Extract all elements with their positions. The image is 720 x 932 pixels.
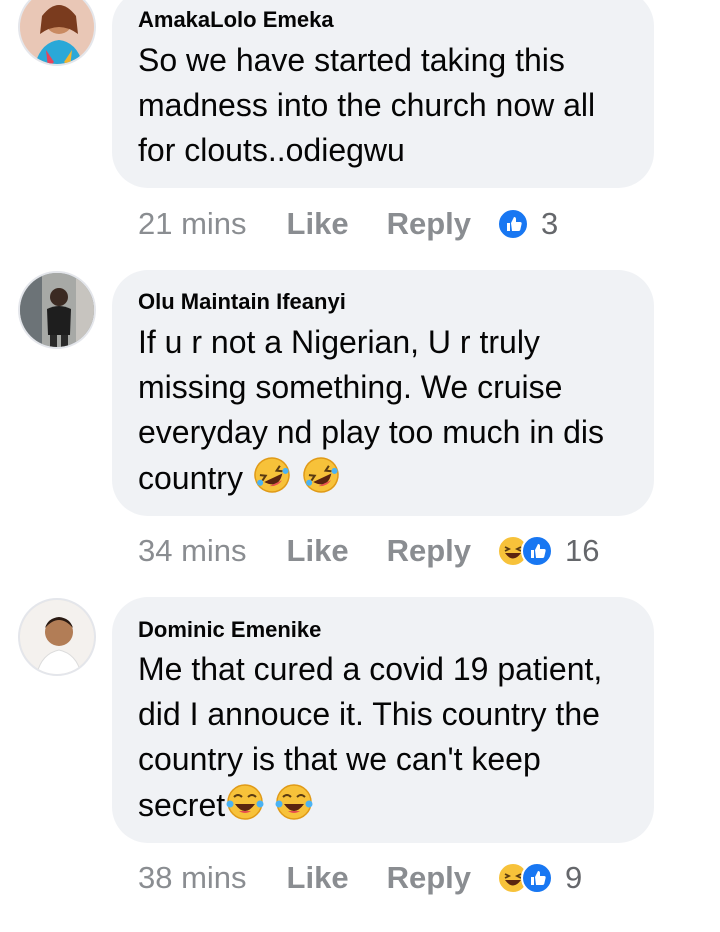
rofl-emoji-icon xyxy=(252,455,292,507)
comment-text: If u r not a Nigerian, U r truly missing… xyxy=(138,320,636,507)
reaction-count: 16 xyxy=(565,533,600,568)
comment-author[interactable]: AmakaLolo Emeka xyxy=(138,7,334,33)
like-button[interactable]: Like xyxy=(287,533,349,569)
reaction-summary[interactable]: 16 xyxy=(497,533,599,569)
avatar-photo xyxy=(20,0,94,64)
reaction-count: 9 xyxy=(565,860,583,895)
comment-text: Me that cured a covid 19 patient, did I … xyxy=(138,647,636,834)
avatar[interactable] xyxy=(18,598,96,676)
comment-author[interactable]: Dominic Emenike xyxy=(138,617,321,643)
reply-button[interactable]: Reply xyxy=(387,860,471,896)
comment-bubble: AmakaLolo Emeka So we have started takin… xyxy=(112,0,654,188)
comment-text-body: If u r not a Nigerian, U r truly missing… xyxy=(138,324,605,496)
like-reaction-icon xyxy=(521,862,553,894)
like-reaction-icon xyxy=(497,208,529,240)
comment-time[interactable]: 34 mins xyxy=(138,533,247,569)
reply-button[interactable]: Reply xyxy=(387,206,471,242)
avatar-photo xyxy=(20,273,94,347)
comment-author[interactable]: Olu Maintain Ifeanyi xyxy=(138,289,346,315)
avatar[interactable] xyxy=(18,271,96,349)
like-button[interactable]: Like xyxy=(287,206,349,242)
like-reaction-icon xyxy=(521,535,553,567)
comment-meta: 21 mins Like Reply 3 xyxy=(138,204,558,244)
reaction-summary[interactable]: 3 xyxy=(497,206,558,242)
comment-meta: 34 mins Like Reply 16 xyxy=(138,531,599,571)
comment-time[interactable]: 21 mins xyxy=(138,206,247,242)
rofl-emoji-icon xyxy=(301,455,341,507)
comment-text: So we have started taking this madness i… xyxy=(138,42,596,168)
comment-text-body: Me that cured a covid 19 patient, did I … xyxy=(138,651,603,823)
reaction-summary[interactable]: 9 xyxy=(497,860,582,896)
comment-meta: 38 mins Like Reply 9 xyxy=(138,858,582,898)
avatar-photo xyxy=(20,600,94,674)
like-button[interactable]: Like xyxy=(287,860,349,896)
avatar[interactable] xyxy=(18,0,96,66)
comment-bubble: Olu Maintain Ifeanyi If u r not a Nigeri… xyxy=(112,270,654,516)
tears-of-joy-emoji-icon xyxy=(274,782,314,834)
comment-bubble: Dominic Emenike Me that cured a covid 19… xyxy=(112,597,654,843)
next-comments-link-cutoff[interactable] xyxy=(112,926,342,932)
comment-time[interactable]: 38 mins xyxy=(138,860,247,896)
tears-of-joy-emoji-icon xyxy=(225,782,265,834)
reaction-count: 3 xyxy=(541,206,559,241)
reply-button[interactable]: Reply xyxy=(387,533,471,569)
